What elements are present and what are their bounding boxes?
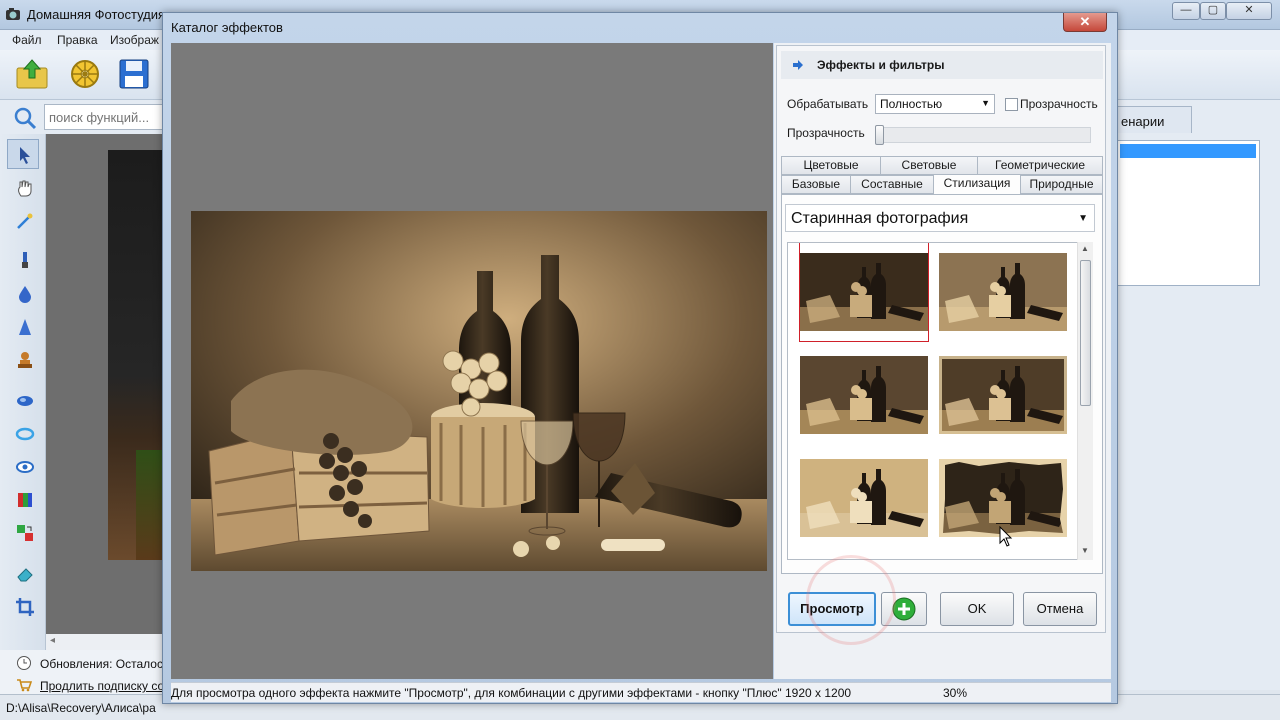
color-levels-tool-icon[interactable]	[15, 490, 35, 510]
app-icon	[6, 8, 20, 20]
zoom-level: 30%	[943, 686, 968, 700]
effects-group-box: Эффекты и фильтры Обрабатывать Полностью…	[776, 45, 1106, 633]
app-title: Домашняя Фотостудия	[27, 7, 166, 22]
open-folder-icon[interactable]	[14, 56, 50, 92]
scroll-left-arrow-icon[interactable]: ◂	[50, 635, 55, 646]
menu-file[interactable]: Файл	[12, 33, 42, 47]
ok-button[interactable]: OK	[940, 592, 1014, 626]
file-path-text: D:\Alisa\Recovery\Алиса\ра	[6, 701, 156, 715]
tab-color[interactable]: Цветовые	[781, 156, 881, 175]
menu-image[interactable]: Изображ	[110, 33, 159, 47]
effect-thumbnail-image	[800, 253, 928, 331]
lens-tool-icon[interactable]	[15, 391, 35, 411]
drop-tool-icon[interactable]	[15, 284, 35, 304]
tab-geometric[interactable]: Геометрические	[977, 156, 1103, 175]
process-label: Обрабатывать	[787, 97, 869, 111]
dialog-hint-text: Для просмотра одного эффекта нажмите "Пр…	[171, 686, 852, 700]
eraser-tool-icon[interactable]	[15, 564, 35, 584]
main-canvas-photo	[108, 150, 162, 560]
effects-panel-title: Эффекты и фильтры	[817, 58, 945, 72]
process-select[interactable]: Полностью ▼	[875, 94, 995, 114]
effect-thumbnail-3[interactable]	[800, 356, 928, 434]
gallery-wheel-icon[interactable]	[67, 56, 103, 92]
canvas-horizontal-scrollbar[interactable]: ◂	[46, 634, 162, 650]
minimize-button[interactable]: —	[1172, 2, 1200, 20]
effect-thumbnail-4[interactable]	[939, 356, 1067, 434]
effects-catalog-dialog: Каталог эффектов ✕ Эффекты и фильтры Обр…	[162, 12, 1118, 704]
search-icon	[14, 107, 37, 130]
transparency-slider[interactable]	[877, 127, 1091, 143]
effect-thumbnail-1[interactable]	[799, 243, 929, 342]
effect-thumbnail-image	[800, 459, 928, 537]
menu-edit[interactable]: Правка	[57, 33, 98, 47]
ellipse-tool-icon[interactable]	[15, 424, 35, 444]
effect-thumbnail-2[interactable]	[939, 253, 1067, 331]
cancel-button[interactable]: Отмена	[1023, 592, 1097, 626]
brush-tool-icon[interactable]	[15, 250, 35, 270]
pointer-tool-icon[interactable]	[15, 145, 35, 165]
effects-header: Эффекты и фильтры	[781, 51, 1103, 79]
save-icon[interactable]	[116, 56, 152, 92]
tab-stylization[interactable]: Стилизация	[933, 174, 1021, 195]
dialog-status-bar: Для просмотра одного эффекта нажмите "Пр…	[171, 682, 1111, 702]
updates-status-text: Обновления: Осталось	[40, 657, 170, 671]
sharpen-tool-icon[interactable]	[15, 317, 35, 337]
dropdown-arrow-icon: ▼	[981, 98, 990, 108]
process-select-value: Полностью	[880, 97, 943, 111]
effect-category-value: Старинная фотография	[791, 210, 969, 227]
clock-icon	[17, 656, 31, 670]
scenarios-selected-item[interactable]	[1120, 144, 1256, 158]
eye-tool-icon[interactable]	[15, 457, 35, 477]
effect-thumbnail-image	[800, 356, 928, 434]
stamp-tool-icon[interactable]	[15, 350, 35, 370]
preview-image	[191, 211, 767, 571]
transparency-checkbox-label: Прозрачность	[1020, 97, 1098, 111]
scenarios-list[interactable]	[1116, 140, 1260, 286]
thumbnails-scrollbar-thumb[interactable]	[1080, 260, 1091, 406]
function-search-input[interactable]	[44, 104, 164, 130]
magic-wand-tool-icon[interactable]	[15, 211, 35, 231]
dialog-close-button[interactable]: ✕	[1063, 13, 1107, 32]
effect-thumbnail-image	[939, 356, 1067, 434]
effect-preview-area	[171, 43, 773, 679]
transparency-slider-label: Прозрачность	[787, 126, 865, 140]
tab-composite[interactable]: Составные	[850, 175, 934, 194]
thumbnails-scrollbar[interactable]: ▲ ▼	[1077, 242, 1093, 560]
tab-natural[interactable]: Природные	[1020, 175, 1103, 194]
dropdown-arrow-icon: ▼	[1078, 213, 1088, 224]
effect-category-select[interactable]: Старинная фотография ▼	[785, 204, 1095, 232]
canvas-photo-detail	[136, 450, 162, 560]
arrow-right-icon	[793, 60, 803, 70]
transparency-checkbox[interactable]	[1005, 98, 1018, 111]
replace-color-tool-icon[interactable]	[15, 523, 35, 543]
effect-thumbnails-list	[787, 242, 1085, 560]
renew-subscription-link[interactable]: Продлить подписку со	[40, 679, 164, 693]
tab-basic[interactable]: Базовые	[781, 175, 851, 194]
effect-thumbnail-5[interactable]	[800, 459, 928, 537]
hand-tool-icon[interactable]	[15, 178, 35, 198]
transparency-slider-thumb[interactable]	[875, 125, 884, 145]
tab-light[interactable]: Световые	[880, 156, 978, 175]
scenarios-tab[interactable]: енарии	[1116, 106, 1192, 133]
crop-tool-icon[interactable]	[15, 597, 35, 617]
mouse-cursor-icon	[999, 526, 1013, 547]
maximize-button[interactable]: ▢	[1200, 2, 1226, 20]
dialog-title: Каталог эффектов	[171, 20, 283, 35]
close-window-button[interactable]: ✕	[1226, 2, 1272, 20]
scroll-up-arrow-icon[interactable]: ▲	[1081, 244, 1089, 253]
scroll-down-arrow-icon[interactable]: ▼	[1081, 546, 1089, 555]
click-indicator	[806, 555, 896, 645]
tools-sidebar	[0, 134, 46, 650]
cart-icon	[17, 679, 32, 692]
effect-thumbnail-image	[939, 253, 1067, 331]
